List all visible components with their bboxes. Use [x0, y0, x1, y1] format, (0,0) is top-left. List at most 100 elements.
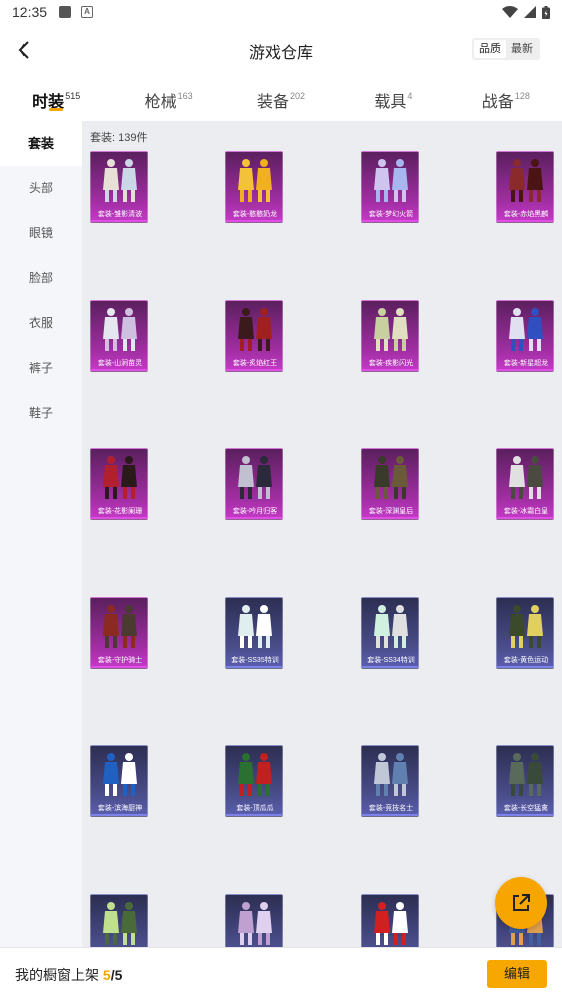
showcase-total-count: 5 [114, 967, 123, 983]
rarity-bar [362, 814, 418, 816]
sort-quality-option[interactable]: 品质 [474, 40, 506, 58]
outfit-card[interactable]: 套装-雏影清波 [90, 151, 148, 223]
outfit-preview-image [238, 456, 272, 499]
item-count-label: 套装: 139件 [90, 132, 148, 144]
outfit-preview-image [374, 308, 408, 351]
outfit-card[interactable]: 套装-梦幻火箭 [361, 151, 419, 223]
outfit-preview-image [238, 159, 272, 202]
tab-supplies[interactable]: 战备128 [450, 80, 562, 120]
item-grid-panel[interactable]: 套装: 139件 套装-雏影清波 套装-憨憨奶龙 套装-梦幻火箭 套装-赤焰黑麟 套装-… [82, 121, 562, 947]
tab-label: 战备 [481, 94, 514, 111]
outfit-card[interactable]: 套装-冰霜白皇 [496, 448, 554, 520]
rarity-bar [362, 517, 418, 519]
signal-icon [524, 6, 536, 18]
status-time: 12:35 [12, 4, 48, 20]
outfit-name: 套装-炙焰红王 [232, 360, 278, 367]
outfit-card[interactable]: 套装-花影阑珊 [90, 448, 148, 520]
outfit-preview-image [103, 456, 137, 499]
tab-count: 4 [407, 91, 413, 101]
wifi-icon [502, 6, 518, 18]
outfit-card[interactable]: 套装-赤焰黑麟 [496, 151, 554, 223]
sidebar-item-shoes[interactable]: 鞋子 [0, 391, 82, 436]
showcase-status: 我的橱窗上架 5/5 [15, 965, 122, 985]
rarity-bar [362, 666, 418, 668]
outfit-card[interactable]: 套装-顶瓜瓜 [225, 745, 283, 817]
tab-label: 枪械 [144, 94, 177, 111]
sidebar-item-pants[interactable]: 裤子 [0, 346, 82, 391]
outfit-name: 套装-黄色运动 [503, 657, 549, 664]
rarity-bar [91, 517, 147, 519]
rarity-bar [497, 814, 553, 816]
header: 游戏仓库 品质 最新 [0, 30, 562, 70]
showcase-label: 我的橱窗上架 [15, 967, 99, 983]
tab-label: 载具 [374, 94, 407, 111]
sidebar-item-clothes[interactable]: 衣服 [0, 301, 82, 346]
sidebar-item-sets[interactable]: 套装 [0, 121, 82, 166]
outfit-card[interactable]: 套装-长空猛禽 [496, 745, 554, 817]
outfit-preview-image [374, 159, 408, 202]
rarity-bar [91, 666, 147, 668]
battery-icon [542, 5, 550, 19]
outfit-name: 套装-新星超龙 [503, 360, 549, 367]
outfit-card[interactable]: 套装-山涧苗灵 [90, 300, 148, 372]
sidebar-item-face[interactable]: 脸部 [0, 256, 82, 301]
outfit-card[interactable]: 套装-守护骑士 [90, 597, 148, 669]
rarity-bar [362, 220, 418, 222]
sidebar: 套装 头部 眼镜 脸部 衣服 裤子 鞋子 [0, 121, 82, 947]
outfit-card[interactable] [361, 894, 419, 947]
outfit-preview-image [238, 753, 272, 796]
outfit-card[interactable] [225, 894, 283, 947]
outfit-card[interactable]: 套装-深渊皇后 [361, 448, 419, 520]
outfit-name: 套装-冰霜白皇 [503, 508, 549, 515]
sidebar-item-head[interactable]: 头部 [0, 166, 82, 211]
outfit-preview-image [103, 308, 137, 351]
bottom-bar: 我的橱窗上架 5/5 编辑 [0, 947, 562, 999]
outfit-card[interactable]: 套装-SS34特训 [361, 597, 419, 669]
outfit-card[interactable]: 套装-憨憨奶龙 [225, 151, 283, 223]
outfit-card[interactable]: 套装-黄色运动 [496, 597, 554, 669]
outfit-card[interactable] [90, 894, 148, 947]
outfit-card[interactable]: 套装-滨海厨神 [90, 745, 148, 817]
tab-count: 515 [65, 91, 81, 101]
outfit-card[interactable]: 套装-炙焰红王 [225, 300, 283, 372]
showcase-shown-count: 5 [102, 967, 111, 983]
sort-toggle: 品质 最新 [472, 38, 540, 60]
outfit-preview-image [238, 902, 272, 945]
share-button[interactable] [495, 877, 547, 929]
outfit-name: 套装-花影阑珊 [97, 508, 143, 515]
app-a-icon: A [81, 6, 94, 18]
outfit-preview-image [509, 308, 543, 351]
rarity-bar [226, 666, 282, 668]
tab-guns[interactable]: 枪械163 [112, 80, 224, 120]
rarity-bar [497, 517, 553, 519]
outfit-preview-image [103, 159, 137, 202]
rarity-bar [497, 220, 553, 222]
outfit-preview-image [374, 605, 408, 648]
outfit-name: 套装-憨憨奶龙 [232, 211, 278, 218]
sidebar-item-glasses[interactable]: 眼镜 [0, 211, 82, 256]
outfit-name: 套装-雏影清波 [97, 211, 143, 218]
tab-vehicles[interactable]: 载具4 [337, 80, 449, 120]
outfit-preview-image [103, 605, 137, 648]
edit-button[interactable]: 编辑 [487, 960, 547, 988]
outfit-name: 套装-守护骑士 [97, 657, 143, 664]
outfit-card[interactable]: 套装-新星超龙 [496, 300, 554, 372]
rarity-bar [497, 666, 553, 668]
tab-count: 202 [290, 91, 306, 101]
rarity-bar [91, 814, 147, 816]
tab-equipment[interactable]: 装备202 [225, 80, 337, 120]
status-bar: 12:35 A [0, 0, 562, 24]
outfit-preview-image [509, 456, 543, 499]
outfit-name: 套装-竞技名士 [368, 805, 414, 812]
outfit-preview-image [103, 902, 137, 945]
rarity-bar [497, 369, 553, 371]
tab-fashion[interactable]: 时装515 [0, 80, 112, 120]
tab-label: 装备 [256, 94, 289, 111]
sort-latest-option[interactable]: 最新 [506, 40, 538, 58]
outfit-name: 套装-疾影闪光 [368, 360, 414, 367]
outfit-card[interactable]: 套装-吟月归客 [225, 448, 283, 520]
outfit-card[interactable]: 套装-SS35特训 [225, 597, 283, 669]
outfit-preview-image [509, 753, 543, 796]
outfit-card[interactable]: 套装-竞技名士 [361, 745, 419, 817]
outfit-card[interactable]: 套装-疾影闪光 [361, 300, 419, 372]
